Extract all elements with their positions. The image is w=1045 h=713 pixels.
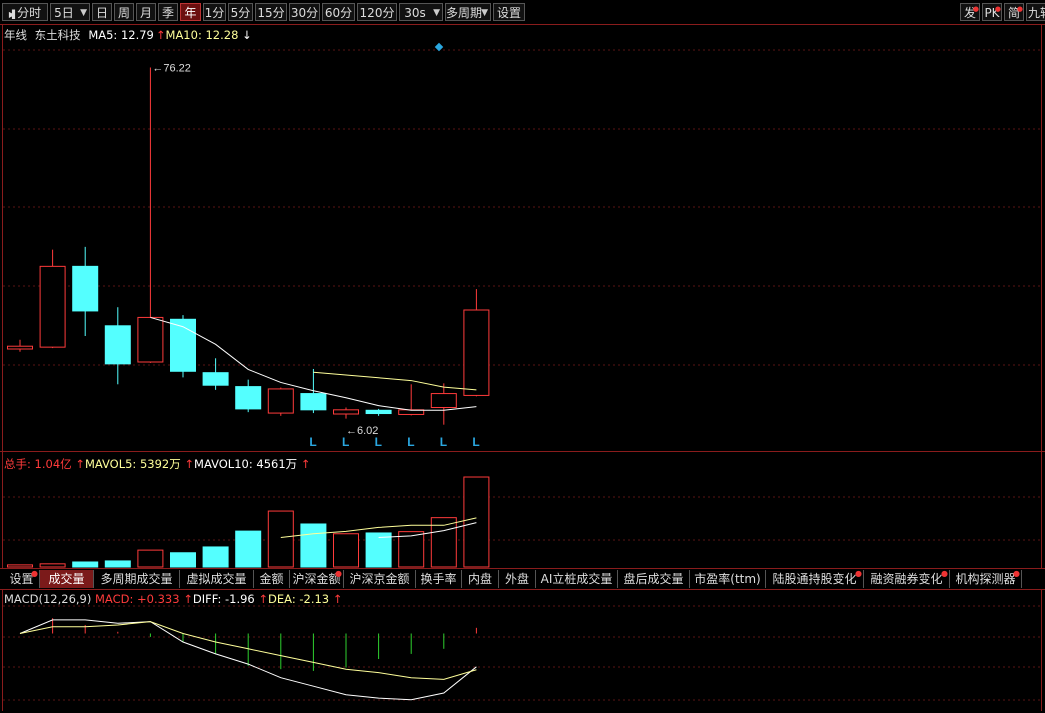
volume-bar bbox=[463, 476, 490, 568]
low-marker-label: L bbox=[375, 435, 382, 449]
candle-body bbox=[72, 265, 99, 312]
low-marker-label: L bbox=[440, 435, 447, 449]
candle-body bbox=[430, 393, 457, 409]
volume-bar bbox=[7, 564, 33, 568]
candle-body bbox=[39, 265, 66, 348]
ma10-line bbox=[313, 371, 477, 391]
low-price-label: ←6.02 bbox=[346, 425, 378, 437]
volume-bar bbox=[398, 531, 425, 568]
volume-bar bbox=[104, 560, 131, 568]
volume-bar bbox=[235, 530, 262, 568]
stock-chart[interactable]: ←76.22←6.02L L L L L L bbox=[0, 0, 1045, 713]
candle-body bbox=[365, 409, 392, 415]
candle-body bbox=[333, 409, 359, 415]
candle-body bbox=[137, 316, 164, 363]
low-marker-label: L bbox=[472, 435, 479, 449]
candle-body bbox=[202, 372, 229, 386]
volume-bar bbox=[72, 561, 99, 568]
candle-body bbox=[104, 325, 131, 365]
volume-bar bbox=[333, 533, 359, 568]
candle-body bbox=[267, 388, 294, 414]
volume-bar bbox=[300, 523, 327, 568]
volume-bar bbox=[202, 546, 229, 568]
volume-bar bbox=[39, 563, 66, 568]
low-marker-label: L bbox=[309, 435, 316, 449]
candle-body bbox=[300, 393, 327, 411]
volume-bar bbox=[137, 549, 164, 568]
candle-body bbox=[235, 386, 262, 410]
low-marker-label: L bbox=[342, 435, 349, 449]
volume-bar bbox=[267, 510, 294, 568]
candle-body bbox=[463, 309, 490, 396]
diamond-marker-icon bbox=[434, 42, 444, 52]
high-price-label: ←76.22 bbox=[152, 63, 191, 75]
volume-bar bbox=[170, 552, 196, 568]
candle-body bbox=[7, 345, 33, 350]
low-marker-label: L bbox=[407, 435, 414, 449]
volume-bar bbox=[365, 532, 392, 568]
